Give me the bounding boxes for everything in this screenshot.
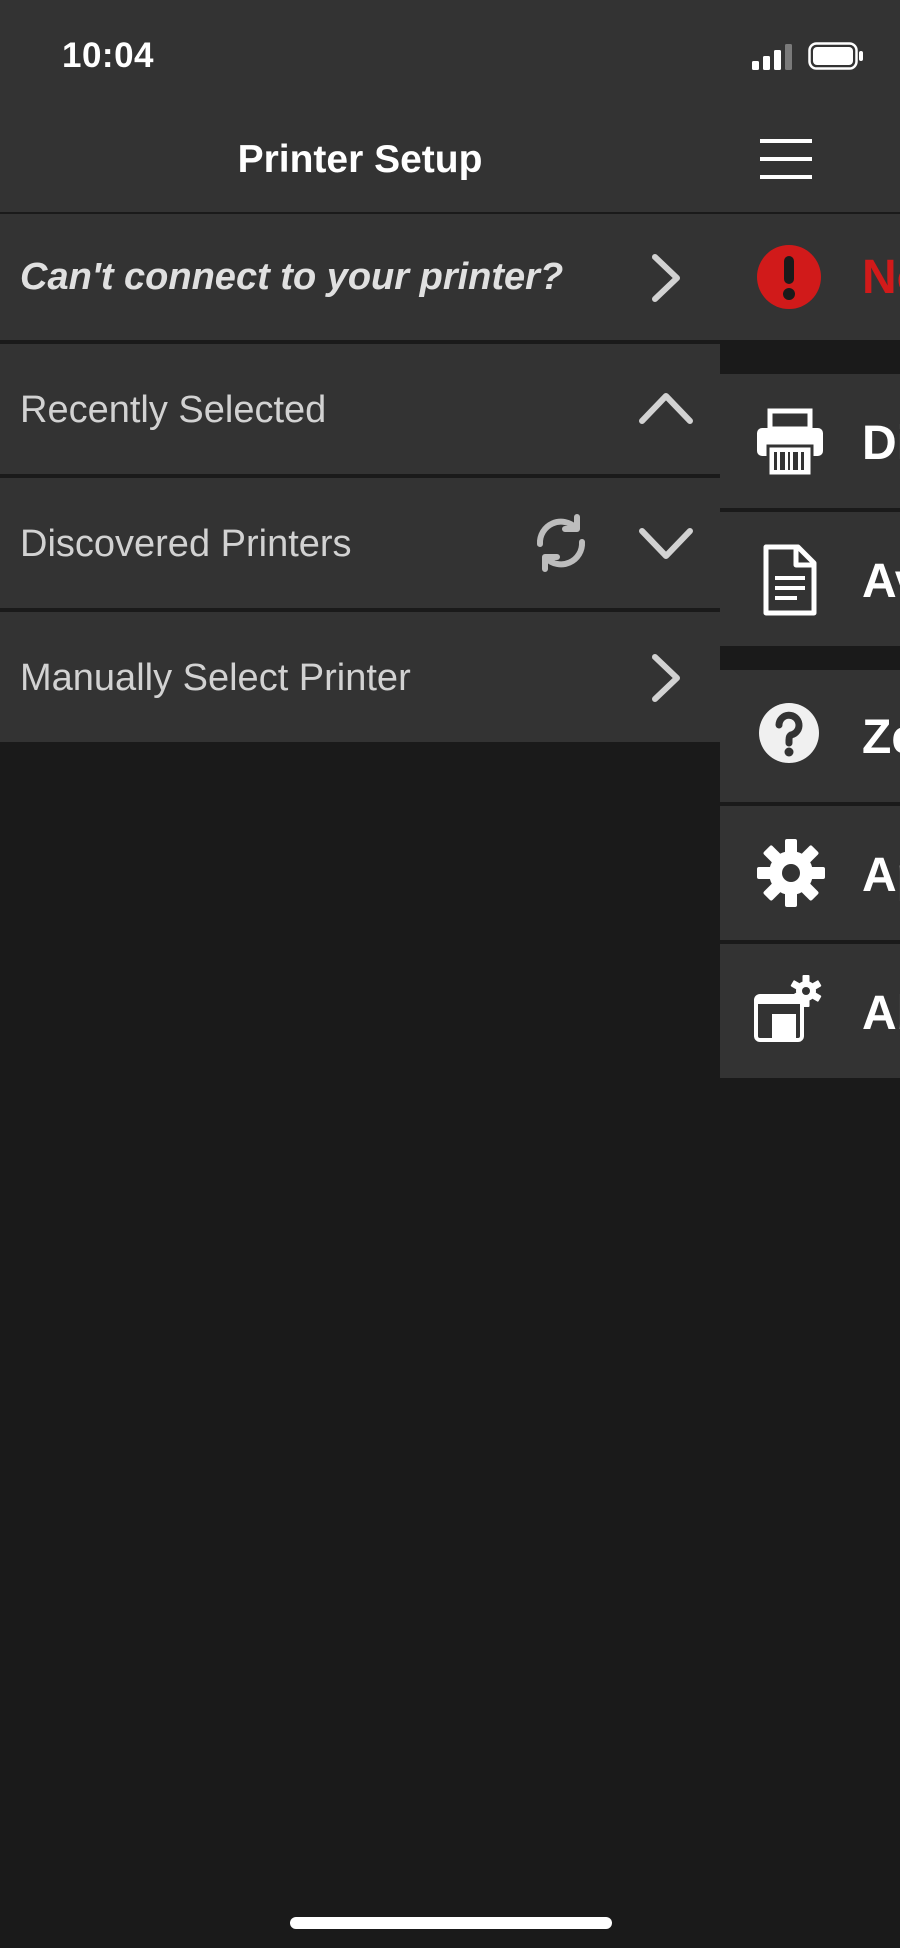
menu-item-help[interactable]: Ze — [720, 670, 900, 802]
printer-setup-panel: Printer Setup Can't connect to your prin… — [0, 110, 720, 1948]
menu-item-label: Ab — [862, 987, 900, 1040]
menu-item-alert[interactable]: No — [720, 214, 900, 340]
status-bar: 10:04 — [0, 0, 900, 110]
menu-item-about[interactable]: Ab — [720, 944, 900, 1078]
chevron-down-icon — [639, 528, 693, 559]
menu-item-label: Ze — [862, 711, 900, 764]
chevron-right-icon — [652, 654, 680, 702]
home-indicator[interactable] — [290, 1917, 612, 1929]
manually-select-label: Manually Select Printer — [20, 657, 411, 699]
gear-icon — [757, 839, 825, 907]
header: Printer Setup — [0, 110, 720, 212]
menu-item-label: Av — [862, 555, 900, 608]
chevron-right-icon — [652, 254, 680, 302]
menu-header — [720, 110, 900, 212]
menu-item-settings[interactable]: Ap — [720, 806, 900, 940]
side-menu: No Di Av Ze — [720, 110, 900, 1948]
menu-item-label: Di — [862, 417, 900, 470]
printer-icon — [757, 408, 823, 478]
signal-icon — [752, 44, 792, 70]
help-icon — [759, 703, 819, 763]
page-title: Printer Setup — [237, 138, 483, 181]
discovered-printers-row[interactable]: Discovered Printers — [0, 478, 720, 608]
status-time: 10:04 — [62, 36, 155, 75]
menu-item-label: No — [862, 251, 900, 304]
menu-item-document[interactable]: Av — [720, 512, 900, 646]
about-icon — [754, 975, 822, 1042]
menu-item-label: Ap — [862, 849, 900, 902]
document-icon — [763, 544, 817, 616]
discovered-printers-label: Discovered Printers — [20, 523, 352, 565]
cant-connect-label: Can't connect to your printer? — [20, 256, 564, 298]
hamburger-menu-icon[interactable] — [758, 136, 814, 182]
manually-select-row[interactable]: Manually Select Printer — [0, 612, 720, 742]
battery-icon — [808, 42, 863, 70]
alert-icon — [757, 245, 821, 309]
refresh-icon[interactable] — [530, 514, 592, 572]
cant-connect-row[interactable]: Can't connect to your printer? — [0, 214, 720, 340]
recently-selected-row[interactable]: Recently Selected — [0, 344, 720, 474]
menu-item-printer[interactable]: Di — [720, 374, 900, 508]
recently-selected-label: Recently Selected — [20, 389, 327, 431]
chevron-up-icon — [639, 393, 693, 424]
